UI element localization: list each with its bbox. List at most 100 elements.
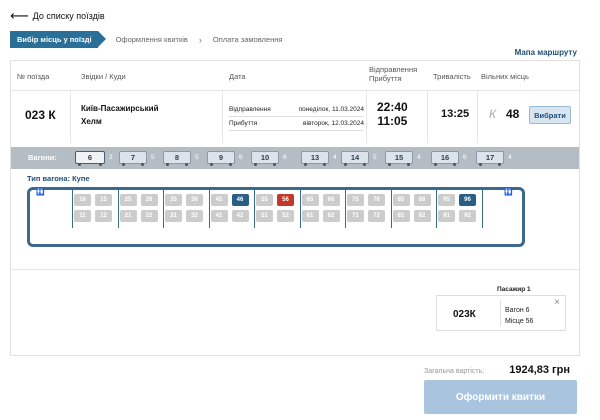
train-number: 023 К <box>25 108 56 122</box>
wagon-number: 6 <box>75 151 105 166</box>
wagon-free-count: 5 <box>373 154 377 161</box>
wagon-number: 17 <box>476 151 504 166</box>
wagon-free-count: 4 <box>333 154 337 161</box>
wagon-number: 15 <box>385 151 413 166</box>
seat-51: 51 <box>256 210 273 222</box>
seat-95: 95 <box>438 194 455 206</box>
compartment-divider <box>299 190 301 228</box>
arrival-time: 11:05 <box>377 114 408 128</box>
divider <box>427 91 428 143</box>
wagon-tab-17[interactable]: 17 4 <box>476 151 512 166</box>
total-cost: Загальна вартість: 1924,83 грн <box>424 364 570 376</box>
back-to-trains-link[interactable]: ⟵ До списку поїздів <box>10 8 105 23</box>
total-label: Загальна вартість: <box>424 368 485 375</box>
seat-36: 36 <box>186 194 203 206</box>
route-map-link[interactable]: Мапа маршруту <box>515 48 577 57</box>
header-date: Дата <box>229 72 246 81</box>
divider <box>500 300 501 326</box>
wagon-selector: Вагони: 6 3 7 5 8 5 9 6 10 6 13 4 14 5 15 4 16 6 17 4 <box>11 147 579 169</box>
wagon-tab-9[interactable]: 96 <box>207 151 243 166</box>
seat-96[interactable]: 96 <box>459 194 476 206</box>
wagon-tab-6[interactable]: 63 <box>75 151 113 166</box>
wagon-seat-map: 🚻 🚻 16 15 25 26 35 36 45 46 55 56 65 66 75 76 85 86 95 96… <box>27 187 525 247</box>
wagon-free-count: 3 <box>109 154 113 161</box>
divider <box>11 269 579 270</box>
header-train-number: № поїзда <box>17 72 50 81</box>
wagon-number: 9 <box>207 151 235 166</box>
compartment-divider <box>390 190 392 228</box>
compartment-divider <box>436 190 437 228</box>
trip-times: 22:40 11:05 <box>377 100 408 128</box>
divider <box>222 91 223 143</box>
seat-75: 75 <box>347 194 364 206</box>
seat-25: 25 <box>119 194 137 206</box>
passenger-card: 023К Вагон 6 Місце 56 × <box>436 295 566 331</box>
compartment-divider <box>117 190 119 228</box>
seat-71: 71 <box>347 210 364 222</box>
divider <box>366 91 367 143</box>
step-seat-selection: Вибір місць у поїзді <box>10 31 106 48</box>
departure-date-label: Відправлення <box>229 106 271 113</box>
departure-date-row: Відправлення понеділок, 11.03.2024 <box>229 103 364 117</box>
arrival-date: вівторок, 12.03.2024 <box>303 120 364 127</box>
choose-button[interactable]: Вибрати <box>529 106 571 124</box>
seat-92: 92 <box>459 210 476 222</box>
back-link-label: До списку поїздів <box>32 11 105 21</box>
wagon-number: 13 <box>301 151 329 166</box>
wagon-tab-13[interactable]: 13 4 <box>301 151 337 166</box>
wagons-label: Вагони: <box>28 153 57 162</box>
passenger-title: Пасажир 1 <box>497 286 531 293</box>
wagon-tab-7[interactable]: 75 <box>119 151 155 166</box>
header-route: Звідки / Куди <box>81 72 126 81</box>
wagon-free-count: 6 <box>239 154 243 161</box>
wagon-number: 14 <box>341 151 369 166</box>
route-to: Хелм <box>81 117 102 126</box>
arrow-left-icon: ⟵ <box>10 8 29 23</box>
wagon-free-count: 4 <box>417 154 421 161</box>
wagon-free-count: 6 <box>283 154 287 161</box>
wagon-tab-10[interactable]: 10 6 <box>251 151 287 166</box>
seat-82: 82 <box>413 210 431 222</box>
table-row: 023 К Київ-Пасажирський Хелм Відправленн… <box>11 91 579 143</box>
wagon-free-count: 4 <box>508 154 512 161</box>
divider <box>477 91 478 143</box>
compartment-divider <box>345 190 346 228</box>
seat-22: 22 <box>140 210 158 222</box>
seat-42: 42 <box>231 210 249 222</box>
train-card: № поїзда Звідки / Куди Дата Відправлення… <box>10 60 580 356</box>
compartment-divider <box>163 190 164 228</box>
step-payment: Оплата замовлення <box>212 35 283 44</box>
seat-12: 12 <box>95 210 112 222</box>
compartment-divider <box>254 190 255 228</box>
seat-21: 21 <box>119 210 137 222</box>
step-ticket-details: Оформлення квитків › <box>116 35 202 45</box>
seat-52: 52 <box>277 210 294 222</box>
wagon-tab-16[interactable]: 16 6 <box>431 151 467 166</box>
wagon-tab-8[interactable]: 85 <box>163 151 199 166</box>
seat-62: 62 <box>322 210 340 222</box>
trip-dates: Відправлення понеділок, 11.03.2024 Прибу… <box>229 103 364 131</box>
seat-56[interactable]: 56 <box>277 194 294 206</box>
seat-46[interactable]: 46 <box>231 194 249 206</box>
departure-time: 22:40 <box>377 100 408 114</box>
arrival-date-label: Прибуття <box>229 120 258 127</box>
divider <box>70 91 71 143</box>
checkout-button[interactable]: Оформити квитки <box>424 380 577 414</box>
wagon-number: 10 <box>251 151 279 166</box>
seat-76: 76 <box>368 194 385 206</box>
header-duration: Тривалість <box>433 72 471 81</box>
seat-11: 11 <box>74 210 91 222</box>
seat-61: 61 <box>301 210 319 222</box>
trip-duration: 13:25 <box>441 108 470 120</box>
wagon-tab-15[interactable]: 15 4 <box>385 151 421 166</box>
seat-86: 86 <box>413 194 431 206</box>
seat-45: 45 <box>210 194 228 206</box>
passenger-wagon: Вагон 6 <box>505 307 530 314</box>
wagon-tab-14[interactable]: 14 5 <box>341 151 377 166</box>
seat-26: 26 <box>140 194 158 206</box>
close-icon[interactable]: × <box>554 297 560 308</box>
chevron-right-icon: › <box>198 34 202 45</box>
seat-16: 16 <box>74 194 91 206</box>
passenger-seat: Місце 56 <box>505 318 534 325</box>
wagon-number: 8 <box>163 151 191 166</box>
